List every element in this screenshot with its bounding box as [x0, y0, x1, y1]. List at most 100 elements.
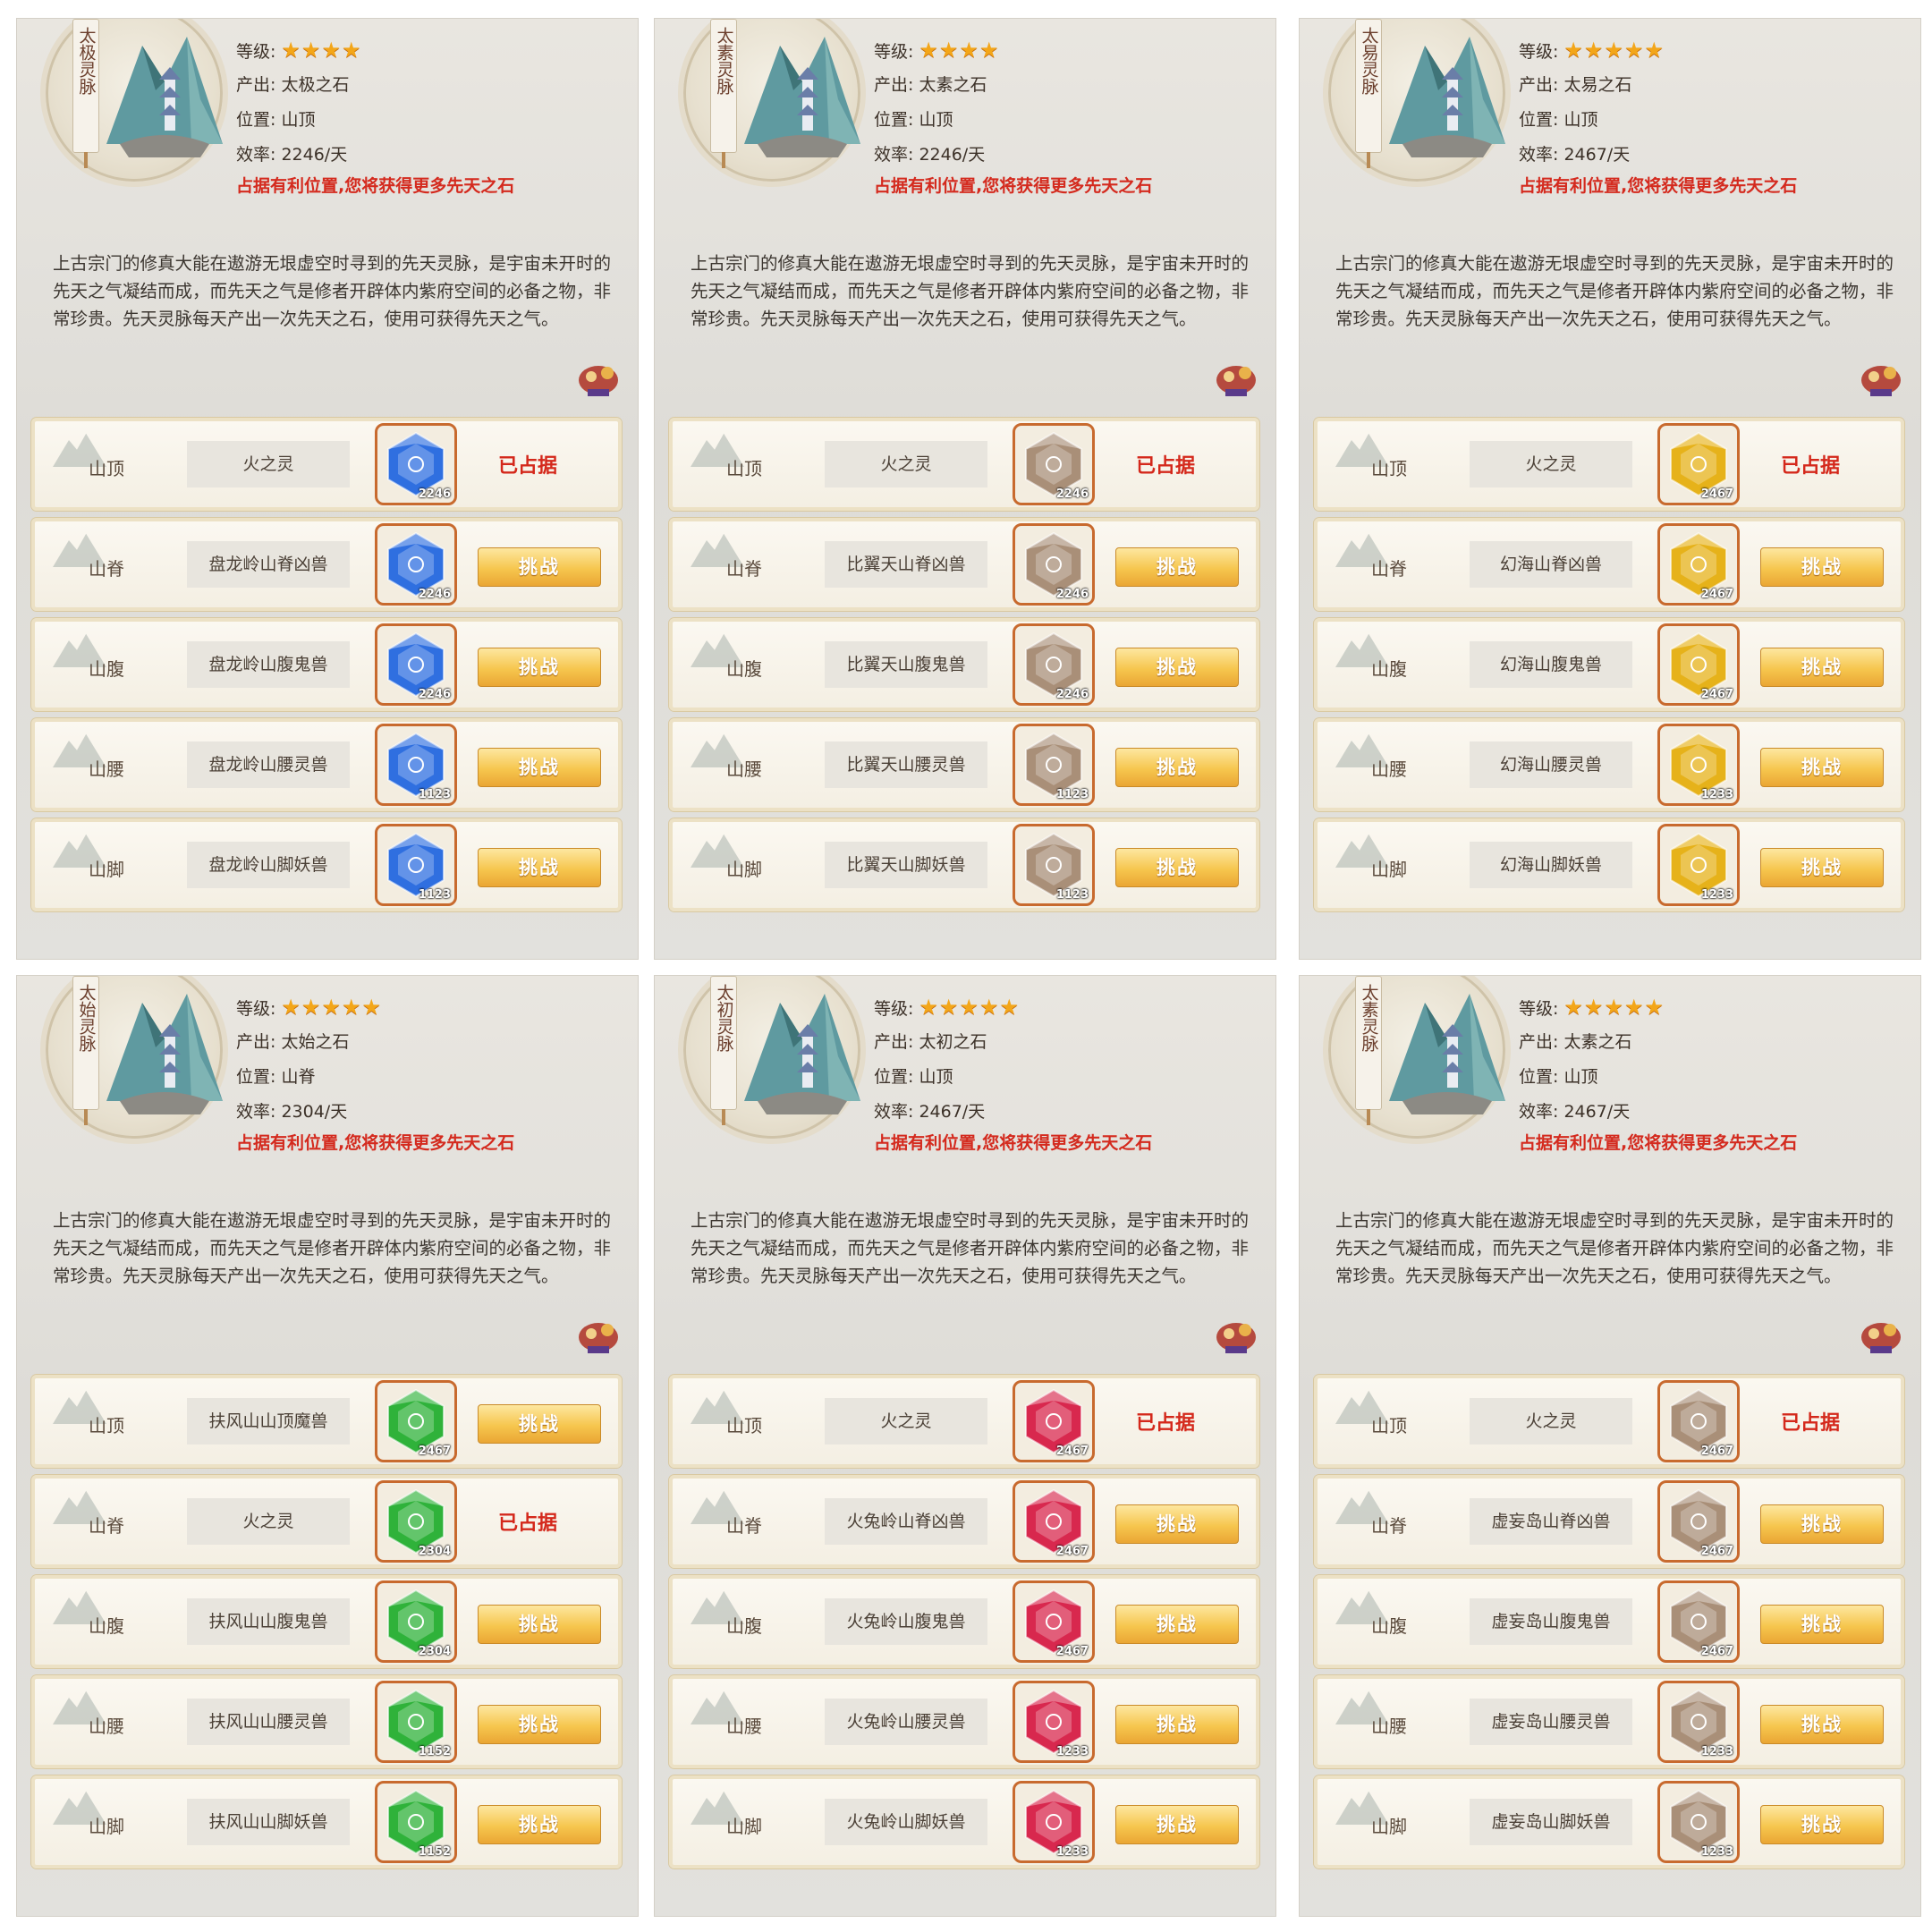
- slot-location: 山顶: [726, 458, 762, 479]
- challenge-button[interactable]: 挑战: [1760, 1805, 1884, 1844]
- pet-icon[interactable]: [572, 350, 625, 403]
- challenge-slot-list: 山顶 火之灵 2246 已占据 山脊 盘龙岭山脊凶兽 2246 挑战 山腹 盘龙岭山腹鬼兽 2246…: [31, 418, 622, 919]
- scroll-rod: [84, 1109, 88, 1125]
- challenge-slot: 山腰 虚妄岛山腰灵兽 1233 挑战: [1314, 1675, 1904, 1768]
- slot-location: 山腹: [726, 1615, 762, 1637]
- efficiency-row: 效率: 2467/天: [874, 1102, 986, 1122]
- challenge-button[interactable]: 挑战: [478, 648, 601, 687]
- pet-icon[interactable]: [1854, 350, 1908, 403]
- slot-guardian-name: 火兔岭山腹鬼兽: [825, 1598, 987, 1645]
- mountain-pagoda-icon: [106, 994, 223, 1114]
- challenge-button[interactable]: 挑战: [1115, 1805, 1239, 1844]
- efficiency-row: 效率: 2246/天: [874, 145, 986, 165]
- stone-count: 1123: [1055, 888, 1089, 902]
- spirit-stone-icon: 2467: [1657, 1380, 1740, 1462]
- output-row: 产出: 太素之石: [1519, 1032, 1632, 1052]
- vein-description: 上古宗门的修真大能在遨游无垠虚空时寻到的先天灵脉，是宇宙未开时的先天之气凝结而成…: [1335, 253, 1894, 329]
- output-row: 产出: 太易之石: [1519, 75, 1632, 95]
- stone-count: 1152: [418, 1845, 451, 1859]
- mountain-pagoda-icon: [1389, 994, 1505, 1114]
- challenge-button[interactable]: 挑战: [478, 748, 601, 787]
- challenge-slot: 山腹 火兔岭山腹鬼兽 2467 挑战: [669, 1575, 1259, 1668]
- slot-location: 山腹: [1371, 1615, 1407, 1637]
- slot-location: 山脊: [89, 558, 124, 580]
- challenge-button[interactable]: 挑战: [1760, 748, 1884, 787]
- challenge-button[interactable]: 挑战: [1760, 1504, 1884, 1544]
- challenge-button[interactable]: 挑战: [478, 1705, 601, 1744]
- position-row: 位置: 山顶: [1519, 110, 1598, 130]
- challenge-slot-list: 山顶 火之灵 2246 已占据 山脊 比翼天山脊凶兽 2246 挑战 山腹 比翼天山腹鬼兽 2246…: [669, 418, 1259, 919]
- slot-location: 山脊: [726, 558, 762, 580]
- mountain-pagoda-icon: [744, 37, 860, 157]
- spirit-stone-icon: 2467: [1013, 1580, 1095, 1663]
- vein-name-scroll: 太初灵脉: [710, 976, 737, 1125]
- challenge-slot: 山脊 幻海山脊凶兽 2467 挑战: [1314, 518, 1904, 611]
- challenge-slot: 山脚 火兔岭山脚妖兽 1233 挑战: [669, 1775, 1259, 1868]
- scroll-rod: [722, 1109, 725, 1125]
- slot-guardian-name: 幻海山腰灵兽: [1470, 741, 1632, 788]
- vein-info: 等级: ★★★★★ 产出: 太素之石 位置: 山顶 效率: 2467/天 占据有利位置,您…: [1519, 990, 1797, 1154]
- slot-guardian-name: 盘龙岭山腰灵兽: [187, 741, 350, 788]
- output-row: 产出: 太初之石: [874, 1032, 987, 1052]
- spirit-stone-icon: 1233: [1657, 724, 1740, 806]
- occupied-label: 已占据: [498, 455, 558, 478]
- challenge-button[interactable]: 挑战: [1115, 1705, 1239, 1744]
- spirit-stone-icon: 2467: [1657, 1480, 1740, 1563]
- slot-location: 山脚: [726, 1816, 762, 1837]
- challenge-slot: 山脊 盘龙岭山脊凶兽 2246 挑战: [31, 518, 622, 611]
- stone-count: 2246: [418, 588, 451, 601]
- level-row: 等级: ★★★★★: [1519, 990, 1797, 1025]
- slot-guardian-name: 火兔岭山脚妖兽: [825, 1799, 987, 1845]
- challenge-button[interactable]: 挑战: [1760, 1605, 1884, 1644]
- challenge-button[interactable]: 挑战: [1760, 547, 1884, 587]
- challenge-button[interactable]: 挑战: [478, 1605, 601, 1644]
- spirit-stone-icon: 1233: [1657, 824, 1740, 906]
- vein-panel: 太始灵脉 等级: ★★★★★ 产出: 太始之石 位置: 山脊 效率: 2304/天 占据有利…: [16, 975, 639, 1917]
- slot-location: 山腹: [726, 658, 762, 680]
- challenge-button[interactable]: 挑战: [478, 848, 601, 887]
- challenge-button[interactable]: 挑战: [1760, 848, 1884, 887]
- challenge-button[interactable]: 挑战: [478, 547, 601, 587]
- challenge-button[interactable]: 挑战: [1760, 1705, 1884, 1744]
- level-stars: ★★★★: [919, 38, 1000, 63]
- challenge-button[interactable]: 挑战: [1115, 848, 1239, 887]
- pet-icon[interactable]: [1854, 1307, 1908, 1360]
- challenge-button[interactable]: 挑战: [1115, 547, 1239, 587]
- pet-icon[interactable]: [572, 1307, 625, 1360]
- challenge-button[interactable]: 挑战: [478, 1805, 601, 1844]
- challenge-button[interactable]: 挑战: [1760, 648, 1884, 687]
- stone-count: 2467: [1700, 588, 1733, 601]
- vein-name: 太始灵脉: [76, 984, 97, 1052]
- slot-location: 山脊: [1371, 1515, 1407, 1537]
- challenge-slot: 山腹 虚妄岛山腹鬼兽 2467 挑战: [1314, 1575, 1904, 1668]
- level-stars: ★★★★★: [1563, 995, 1665, 1020]
- spirit-stone-icon: 2467: [1013, 1380, 1095, 1462]
- vein-info: 等级: ★★★★★ 产出: 太初之石 位置: 山顶 效率: 2467/天 占据有利位置,您…: [874, 990, 1152, 1154]
- level-stars: ★★★★★: [1563, 38, 1665, 63]
- pet-icon[interactable]: [1209, 1307, 1263, 1360]
- challenge-button[interactable]: 挑战: [1115, 1504, 1239, 1544]
- challenge-button[interactable]: 挑战: [1115, 1605, 1239, 1644]
- challenge-button[interactable]: 挑战: [1115, 748, 1239, 787]
- slot-guardian-name: 幻海山脚妖兽: [1470, 842, 1632, 888]
- slot-guardian-name: 火之灵: [187, 441, 350, 487]
- spirit-stone-icon: 2246: [375, 523, 457, 606]
- challenge-button[interactable]: 挑战: [478, 1404, 601, 1444]
- spirit-stone-icon: 1233: [1013, 1781, 1095, 1863]
- level-label: 等级:: [236, 42, 276, 62]
- spirit-stone-icon: 2304: [375, 1580, 457, 1663]
- spirit-stone-icon: 1123: [375, 824, 457, 906]
- slot-location: 山顶: [726, 1415, 762, 1436]
- challenge-button[interactable]: 挑战: [1115, 648, 1239, 687]
- challenge-slot: 山脊 比翼天山脊凶兽 2246 挑战: [669, 518, 1259, 611]
- pet-icon[interactable]: [1209, 350, 1263, 403]
- slot-location: 山脚: [1371, 859, 1407, 880]
- vein-info: 等级: ★★★★ 产出: 太素之石 位置: 山顶 效率: 2246/天 占据有利位置,您将…: [874, 33, 1152, 197]
- level-stars: ★★★★★: [919, 995, 1020, 1020]
- level-stars: ★★★★★: [281, 995, 382, 1020]
- slot-guardian-name: 比翼天山腰灵兽: [825, 741, 987, 788]
- slot-guardian-name: 火之灵: [1470, 1398, 1632, 1445]
- vein-name: 太素灵脉: [1359, 984, 1379, 1052]
- slot-guardian-name: 幻海山脊凶兽: [1470, 541, 1632, 588]
- vein-name: 太易灵脉: [1359, 27, 1379, 95]
